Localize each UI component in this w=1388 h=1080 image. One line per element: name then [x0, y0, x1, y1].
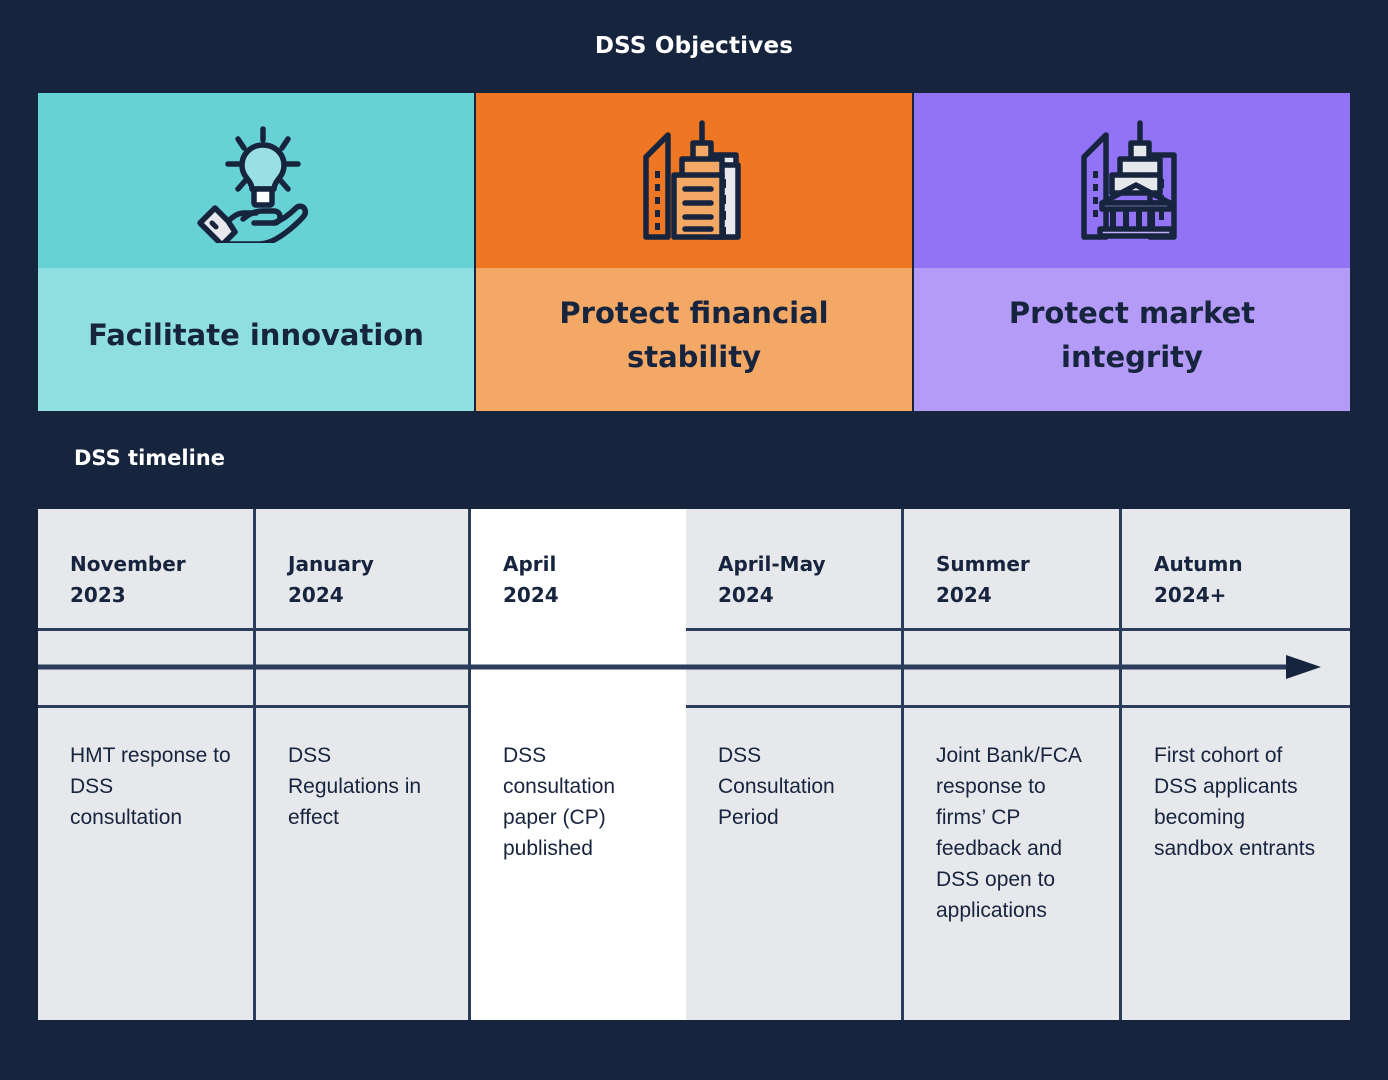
objective-card-label: Protect financial stability	[476, 268, 912, 411]
timeline-period-header: April-May 2024	[686, 509, 904, 631]
timeline-period-name: January	[288, 552, 374, 576]
objective-label-line: stability	[626, 339, 762, 374]
timeline-arrow-band-segment	[1122, 631, 1350, 705]
timeline-period-year: 2024	[718, 583, 774, 607]
objective-card-protect-financial-stability: Protect financial stability	[476, 93, 912, 411]
timeline-period-header: April 2024	[471, 509, 686, 631]
objective-card-label: Facilitate innovation	[38, 268, 474, 411]
timeline-description: Joint Bank/FCA response to firms’ CP fee…	[904, 705, 1122, 1020]
timeline-period-year: 2024	[503, 583, 559, 607]
timeline-period-year: 2023	[70, 583, 126, 607]
timeline-description: DSS consultation paper (CP) published	[503, 744, 616, 861]
timeline-description: HMT response to DSS consultation	[38, 705, 256, 1020]
timeline-period-name: November	[70, 552, 186, 576]
timeline-heading: DSS timeline	[74, 446, 225, 470]
timeline-period-name: Summer	[936, 552, 1030, 576]
timeline-period-name: Autumn	[1154, 552, 1243, 576]
timeline-description: First cohort of DSS applicants becoming …	[1122, 705, 1350, 1020]
city-buildings-icon	[476, 93, 912, 268]
timeline-description: DSS Regulations in effect	[256, 705, 471, 1020]
objective-label-line: Facilitate innovation	[88, 317, 424, 352]
timeline-period-year: 2024	[936, 583, 992, 607]
timeline-table: November 2023 HMT response to DSS consul…	[38, 509, 1350, 1020]
timeline-period-year: 2024+	[1154, 583, 1227, 607]
objective-label-line: Protect market	[1008, 296, 1256, 331]
objective-card-protect-market-integrity: Protect market integrity	[914, 93, 1350, 411]
timeline-arrow-band-segment	[256, 631, 471, 705]
timeline-arrow-band-segment	[904, 631, 1122, 705]
timeline-arrow-band-segment	[38, 631, 256, 705]
timeline-period-name: April-May	[718, 552, 826, 576]
timeline-period-header: Autumn 2024+	[1122, 509, 1350, 631]
hand-lightbulb-icon	[38, 93, 474, 268]
timeline-column-april-may-2024: April-May 2024 DSS Consultation Period	[686, 509, 904, 1020]
objective-card-facilitate-innovation: Facilitate innovation	[38, 93, 474, 411]
timeline-description: DSS Consultation Period	[686, 705, 904, 1020]
bank-building-icon	[914, 93, 1350, 268]
objective-label-line: Protect financial	[559, 296, 829, 331]
timeline-arrow-band-segment	[686, 631, 904, 705]
timeline-column-april-2024: April 2024 DSS consultation paper (CP) p…	[471, 509, 686, 1020]
timeline-period-year: 2024	[288, 583, 344, 607]
objective-card-label: Protect market integrity	[914, 268, 1350, 411]
page-title: DSS Objectives	[594, 33, 794, 59]
timeline-arrow-band-segment	[471, 631, 686, 705]
timeline-column-autumn-2024: Autumn 2024+ First cohort of DSS applica…	[1122, 509, 1350, 1020]
timeline-period-header: January 2024	[256, 509, 471, 631]
objective-label-line: integrity	[1061, 339, 1203, 374]
timeline-period-header: November 2023	[38, 509, 256, 631]
objectives-row: Facilitate innovation Protect financial …	[38, 93, 1350, 411]
timeline-column-january-2024: January 2024 DSS Regulations in effect	[256, 509, 471, 1020]
timeline-column-summer-2024: Summer 2024 Joint Bank/FCA response to f…	[904, 509, 1122, 1020]
timeline-period-name: April	[503, 552, 557, 576]
timeline-column-november-2023: November 2023 HMT response to DSS consul…	[38, 509, 256, 1020]
timeline-period-header: Summer 2024	[904, 509, 1122, 631]
